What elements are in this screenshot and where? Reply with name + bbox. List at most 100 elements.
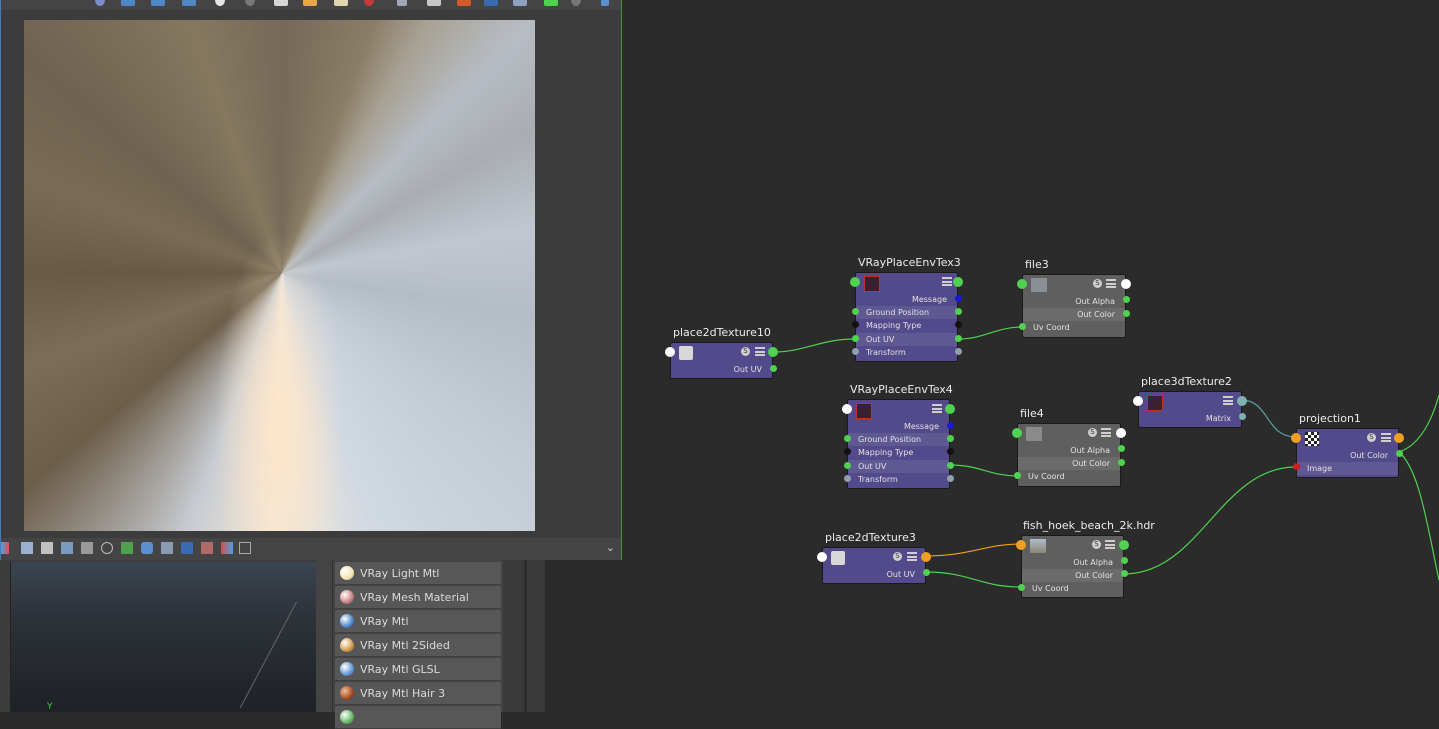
menu-icon[interactable] <box>1105 540 1115 549</box>
port-ground-position-out[interactable] <box>955 308 962 315</box>
snapshot-icon[interactable] <box>151 0 165 6</box>
color-correct-icon[interactable] <box>1 542 9 554</box>
white-dot-icon[interactable] <box>215 0 225 6</box>
input-port[interactable] <box>1012 428 1022 438</box>
file-icon[interactable] <box>334 0 348 6</box>
stop-icon[interactable] <box>364 0 374 6</box>
attr-out-alpha[interactable]: Out Alpha <box>1018 444 1120 457</box>
port-out-alpha[interactable] <box>1123 296 1130 303</box>
port-transform-out[interactable] <box>955 348 962 355</box>
menu-icon[interactable] <box>932 404 942 413</box>
input-port[interactable] <box>1133 396 1143 406</box>
folder-icon[interactable] <box>303 0 317 6</box>
list-item[interactable]: VRay Mtl GLSL <box>335 658 501 681</box>
rendered-image[interactable] <box>24 20 535 531</box>
dot-icon[interactable] <box>571 0 581 6</box>
list-item[interactable]: VRay Mtl <box>335 610 501 633</box>
output-port[interactable] <box>768 347 778 357</box>
color-icon[interactable] <box>457 0 471 6</box>
scroll-strip[interactable] <box>503 560 545 712</box>
layers-icon[interactable] <box>21 542 33 554</box>
list-icon[interactable] <box>41 542 53 554</box>
attr-out-uv[interactable]: Out UV <box>848 460 949 473</box>
attr-message[interactable]: Message <box>856 293 957 306</box>
viewport-panel[interactable]: Y <box>10 562 317 712</box>
attr-image[interactable]: Image <box>1297 462 1398 475</box>
port-transform-out[interactable] <box>947 475 954 482</box>
attr-matrix[interactable]: Matrix <box>1139 412 1241 425</box>
port-out-color[interactable] <box>1121 570 1128 577</box>
port-out-uv-in[interactable] <box>852 335 859 342</box>
port-ground-position-in[interactable] <box>844 435 851 442</box>
pick-icon[interactable] <box>427 0 441 6</box>
attr-ground-position[interactable]: Ground Position <box>856 306 957 319</box>
list-item[interactable]: VRay Mtl 2Sided <box>335 634 501 657</box>
port-mapping-type-in[interactable] <box>852 321 859 328</box>
histogram-icon[interactable] <box>61 542 73 554</box>
port-ground-position-in[interactable] <box>852 308 859 315</box>
grey-dot-icon[interactable] <box>245 0 255 6</box>
input-port[interactable] <box>850 277 860 287</box>
attr-out-color[interactable]: Out Color <box>1018 457 1120 470</box>
swatch-badge-icon[interactable]: S <box>1093 279 1102 288</box>
attr-out-color[interactable]: Out Color <box>1023 308 1125 321</box>
attr-ground-position[interactable]: Ground Position <box>848 433 949 446</box>
swatch-badge-icon[interactable]: S <box>1367 433 1376 442</box>
attr-out-uv[interactable]: Out UV <box>823 568 925 581</box>
attr-out-uv[interactable]: Out UV <box>671 363 772 376</box>
expand-chevron-icon[interactable]: ⌄ <box>606 541 615 554</box>
attr-uv-coord[interactable]: Uv Coord <box>1022 582 1123 595</box>
attr-uv-coord[interactable]: Uv Coord <box>1023 321 1125 334</box>
material-list[interactable]: VRay Light Mtl VRay Mesh Material VRay M… <box>333 560 503 729</box>
panel-divider[interactable] <box>316 560 333 712</box>
compare-icon[interactable] <box>161 542 173 554</box>
swatch-badge-icon[interactable]: S <box>893 552 902 561</box>
input-port[interactable] <box>817 552 827 562</box>
region-icon[interactable] <box>121 0 135 6</box>
port-out-alpha[interactable] <box>1118 445 1125 452</box>
menu-icon[interactable] <box>755 347 765 356</box>
channel-icon[interactable] <box>221 542 233 554</box>
node-fishhoek[interactable]: S Out Alpha Out Color Uv Coord <box>1021 535 1124 598</box>
image-icon[interactable] <box>121 542 133 554</box>
port-out-uv-out[interactable] <box>955 335 962 342</box>
port-message[interactable] <box>955 295 962 302</box>
port-ground-position-out[interactable] <box>947 435 954 442</box>
play-icon[interactable] <box>544 0 558 6</box>
port-image[interactable] <box>1293 463 1300 470</box>
input-port[interactable] <box>842 404 852 414</box>
port-out-uv[interactable] <box>770 365 777 372</box>
output-port[interactable] <box>953 277 963 287</box>
render-icon[interactable] <box>95 0 105 6</box>
port-transform-in[interactable] <box>844 475 851 482</box>
list-item[interactable]: VRay Mtl Hair 3 <box>335 682 501 705</box>
attr-out-alpha[interactable]: Out Alpha <box>1023 295 1125 308</box>
frame-icon[interactable] <box>484 0 498 6</box>
list-item[interactable]: VRay Light Mtl <box>335 562 501 585</box>
port-mapping-type-out[interactable] <box>955 321 962 328</box>
menu-icon[interactable] <box>907 552 917 561</box>
input-port[interactable] <box>1291 433 1301 443</box>
port-transform-in[interactable] <box>852 348 859 355</box>
attr-message[interactable]: Message <box>848 420 949 433</box>
attr-out-uv[interactable]: Out UV <box>856 333 957 346</box>
input-port[interactable] <box>1017 279 1027 289</box>
node-vrayplaceenvtex4[interactable]: Message Ground Position Mapping Type Out… <box>847 399 950 489</box>
node-place2dtexture10[interactable]: S Out UV <box>670 342 773 379</box>
swatch-badge-icon[interactable]: S <box>1092 540 1101 549</box>
attr-uv-coord[interactable]: Uv Coord <box>1018 470 1120 483</box>
grid-icon[interactable] <box>239 542 251 554</box>
port-mapping-type-out[interactable] <box>947 448 954 455</box>
port-mapping-type-in[interactable] <box>844 448 851 455</box>
curve-icon[interactable] <box>141 542 153 554</box>
save-icon[interactable] <box>274 0 288 6</box>
menu-icon[interactable] <box>1106 279 1116 288</box>
output-port[interactable] <box>1119 540 1129 550</box>
chart-icon[interactable] <box>513 0 527 6</box>
port-uv-coord[interactable] <box>1014 472 1021 479</box>
node-file4[interactable]: S Out Alpha Out Color Uv Coord <box>1017 423 1121 487</box>
port-out-uv-in[interactable] <box>844 462 851 469</box>
attr-out-alpha[interactable]: Out Alpha <box>1022 556 1123 569</box>
menu-icon[interactable] <box>1381 433 1391 442</box>
output-port[interactable] <box>1116 428 1126 438</box>
